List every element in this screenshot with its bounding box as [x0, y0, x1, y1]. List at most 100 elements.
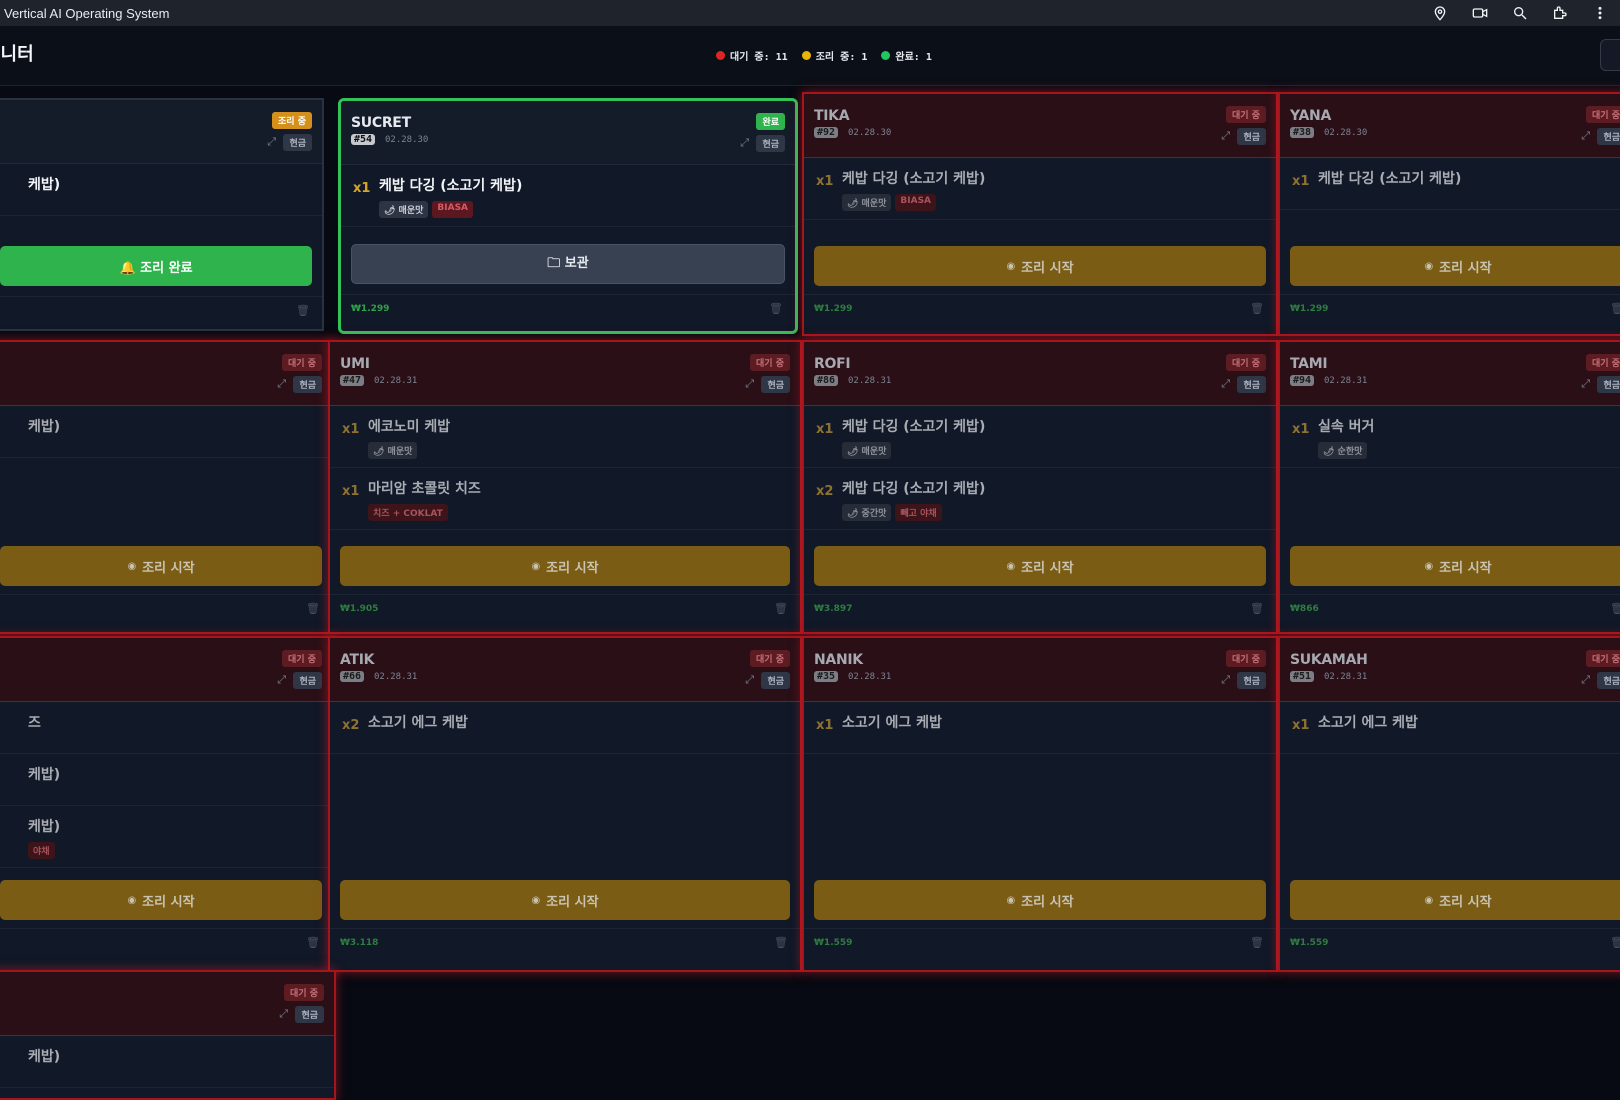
- item-name: 케밥 다깅 (소고기 케밥): [379, 178, 523, 194]
- order-item: x1 케밥 다깅 (소고기 케밥) 🌶 매운맛: [804, 406, 1276, 468]
- item-name: 케밥): [28, 819, 61, 835]
- video-icon[interactable]: [1470, 3, 1490, 23]
- expand-icon[interactable]: ⤢: [745, 377, 754, 391]
- fullscreen-button[interactable]: [1600, 39, 1620, 71]
- item-qty: x1: [342, 422, 360, 437]
- trash-icon[interactable]: 🗑: [1610, 936, 1620, 949]
- trash-icon[interactable]: 🗑: [1250, 936, 1264, 949]
- expand-icon[interactable]: ⤢: [1581, 673, 1590, 687]
- start-cooking-button[interactable]: ◉ 조리 시작: [340, 546, 790, 586]
- zoom-icon[interactable]: [1510, 3, 1530, 23]
- expand-icon[interactable]: ⤢: [740, 136, 749, 150]
- order-number: #86: [814, 375, 839, 386]
- more-icon[interactable]: [1590, 3, 1610, 23]
- status-badge: 대기 중: [750, 354, 790, 371]
- expand-icon[interactable]: ⤢: [1221, 129, 1230, 143]
- start-cooking-button[interactable]: ◉ 조리 시작: [814, 546, 1266, 586]
- item-qty: x1: [816, 718, 834, 733]
- expand-icon[interactable]: ⤢: [745, 673, 754, 687]
- expand-icon[interactable]: ⤢: [277, 377, 286, 391]
- order-price: ₩1.299: [1290, 304, 1329, 314]
- order-time: 02.28.31: [1324, 376, 1368, 386]
- order-card-row4-left[interactable]: 대기 중 ⤢ 현금 케밥): [0, 970, 336, 1100]
- order-card-nanik[interactable]: NANIK #35 02.28.31 대기 중 ⤢ 현금 x1 소고기 에그 케밥 ◉ 조리 시작…: [802, 636, 1278, 972]
- order-items: 케밥): [0, 406, 332, 458]
- extension-icon[interactable]: [1550, 3, 1570, 23]
- store-button[interactable]: 🗀 보관: [351, 244, 785, 284]
- order-price: ₩1.559: [814, 938, 853, 948]
- expand-icon[interactable]: ⤢: [1581, 129, 1590, 143]
- trash-icon[interactable]: 🗑: [774, 602, 788, 615]
- start-cooking-button[interactable]: ◉ 조리 시작: [340, 880, 790, 920]
- order-card-rofi[interactable]: ROFI #86 02.28.31 대기 중 ⤢ 현금 x1 케밥 다깅 (소고기 케밥) 🌶 …: [802, 340, 1278, 634]
- item-name: 소고기 에그 케밥: [368, 715, 468, 731]
- customer-name: TIKA: [814, 108, 850, 124]
- trash-icon[interactable]: 🗑: [774, 936, 788, 949]
- start-cooking-button[interactable]: ◉ 조리 시작: [814, 246, 1266, 286]
- item-qty: x2: [342, 718, 360, 733]
- order-card-sucret[interactable]: SUCRET #54 02.28.30 완료 ⤢ 현금 x1 케밥 다깅 (소고기 케밥) 🌶 …: [338, 98, 798, 334]
- item-options: 🌶 매운맛: [368, 442, 788, 459]
- item-name: 케밥 다깅 (소고기 케밥): [842, 171, 986, 187]
- payment-badge: 현금: [756, 135, 785, 152]
- trash-icon[interactable]: 🗑: [1250, 602, 1264, 615]
- start-cooking-button[interactable]: ◉ 조리 시작: [0, 880, 322, 920]
- order-header: UMI #47 02.28.31 대기 중 ⤢ 현금: [330, 342, 800, 406]
- order-card-sukamah[interactable]: SUKAMAH #51 02.28.31 대기 중 ⤢ 현금 x1 소고기 에그 케밥 ◉ 조리 …: [1278, 636, 1620, 972]
- order-item: x1 마리암 초콜릿 치즈 치즈 + COKLAT: [330, 468, 800, 530]
- location-icon[interactable]: [1430, 3, 1450, 23]
- payment-badge: 현금: [295, 1006, 324, 1023]
- payment-badge: 현금: [761, 672, 790, 689]
- expand-icon[interactable]: ⤢: [1581, 377, 1590, 391]
- button-label: 🔔 조리 완료: [119, 260, 193, 276]
- trash-icon[interactable]: 🗑: [306, 602, 320, 615]
- item-name: 케밥 다깅 (소고기 케밥): [842, 419, 986, 435]
- order-card-atik[interactable]: ATIK #66 02.28.31 대기 중 ⤢ 현금 x2 소고기 에그 케밥 ◉ 조리 시작 ₩…: [328, 636, 802, 972]
- order-item: x1 소고기 에그 케밥: [804, 702, 1276, 754]
- trash-icon[interactable]: 🗑: [1610, 602, 1620, 615]
- button-label: 조리 시작: [1439, 260, 1492, 276]
- order-footer: ₩1.299 🗑: [1280, 294, 1620, 322]
- order-card-yana[interactable]: YANA #38 02.28.30 대기 중 ⤢ 현금 x1 케밥 다깅 (소고기 케밥) ◉ 조…: [1278, 92, 1620, 336]
- trash-icon[interactable]: 🗑: [1610, 302, 1620, 315]
- order-card-row3-left[interactable]: 대기 중 ⤢ 현금 즈 케밥) 케밥) 야채 ◉ 조리 시작 🗑: [0, 636, 334, 972]
- order-item: 케밥): [0, 754, 332, 806]
- order-item: 케밥): [0, 1036, 334, 1088]
- order-card-cooking-1[interactable]: 조리 중 ⤢ 현금 케밥) 🔔 조리 완료 🗑: [0, 98, 324, 331]
- trash-icon[interactable]: 🗑: [306, 936, 320, 949]
- order-card-umi[interactable]: UMI #47 02.28.31 대기 중 ⤢ 현금 x1 에코노미 케밥 🌶 매운맛 x1 마리암…: [328, 340, 802, 634]
- order-footer: ₩1.299 🗑: [341, 294, 795, 322]
- legend-done: 완료: 1: [881, 48, 932, 63]
- order-header: SUKAMAH #51 02.28.31 대기 중 ⤢ 현금: [1280, 638, 1620, 702]
- finish-cooking-button[interactable]: 🔔 조리 완료: [0, 246, 312, 286]
- start-cooking-button[interactable]: ◉ 조리 시작: [1290, 246, 1620, 286]
- order-item: x2 소고기 에그 케밥: [330, 702, 800, 754]
- expand-icon[interactable]: ⤢: [267, 135, 276, 149]
- order-price: ₩866: [1290, 604, 1319, 614]
- start-cooking-button[interactable]: ◉ 조리 시작: [0, 546, 322, 586]
- expand-icon[interactable]: ⤢: [1221, 673, 1230, 687]
- order-card-tika[interactable]: TIKA #92 02.28.30 대기 중 ⤢ 현금 x1 케밥 다깅 (소고기 케밥) 🌶 …: [802, 92, 1278, 336]
- order-footer: 🗑: [0, 594, 332, 622]
- status-legend: 대기 중: 11 조리 중: 1 완료: 1: [716, 48, 932, 63]
- expand-icon[interactable]: ⤢: [277, 673, 286, 687]
- expand-icon[interactable]: ⤢: [1221, 377, 1230, 391]
- status-badge: 대기 중: [282, 354, 322, 371]
- order-card-tami[interactable]: TAMI #94 02.28.31 대기 중 ⤢ 현금 x1 실속 버거 🌶 순한맛 ◉ 조리 시작…: [1278, 340, 1620, 634]
- trash-icon[interactable]: 🗑: [1250, 302, 1264, 315]
- cook-icon: ◉: [1424, 260, 1434, 272]
- customer-name: SUKAMAH: [1290, 652, 1368, 668]
- start-cooking-button[interactable]: ◉ 조리 시작: [814, 880, 1266, 920]
- trash-icon[interactable]: 🗑: [769, 302, 783, 315]
- button-label: 조리 시작: [1439, 894, 1492, 910]
- order-header: NANIK #35 02.28.31 대기 중 ⤢ 현금: [804, 638, 1276, 702]
- item-name: 케밥): [28, 1049, 61, 1065]
- trash-icon[interactable]: 🗑: [296, 304, 310, 317]
- item-options: 치즈 + COKLAT: [368, 504, 788, 521]
- start-cooking-button[interactable]: ◉ 조리 시작: [1290, 880, 1620, 920]
- payment-badge: 현금: [1597, 376, 1620, 393]
- expand-icon[interactable]: ⤢: [279, 1007, 288, 1021]
- start-cooking-button[interactable]: ◉ 조리 시작: [1290, 546, 1620, 586]
- order-number: #66: [340, 671, 365, 682]
- order-card-row2-left[interactable]: 대기 중 ⤢ 현금 케밥) ◉ 조리 시작 🗑: [0, 340, 334, 634]
